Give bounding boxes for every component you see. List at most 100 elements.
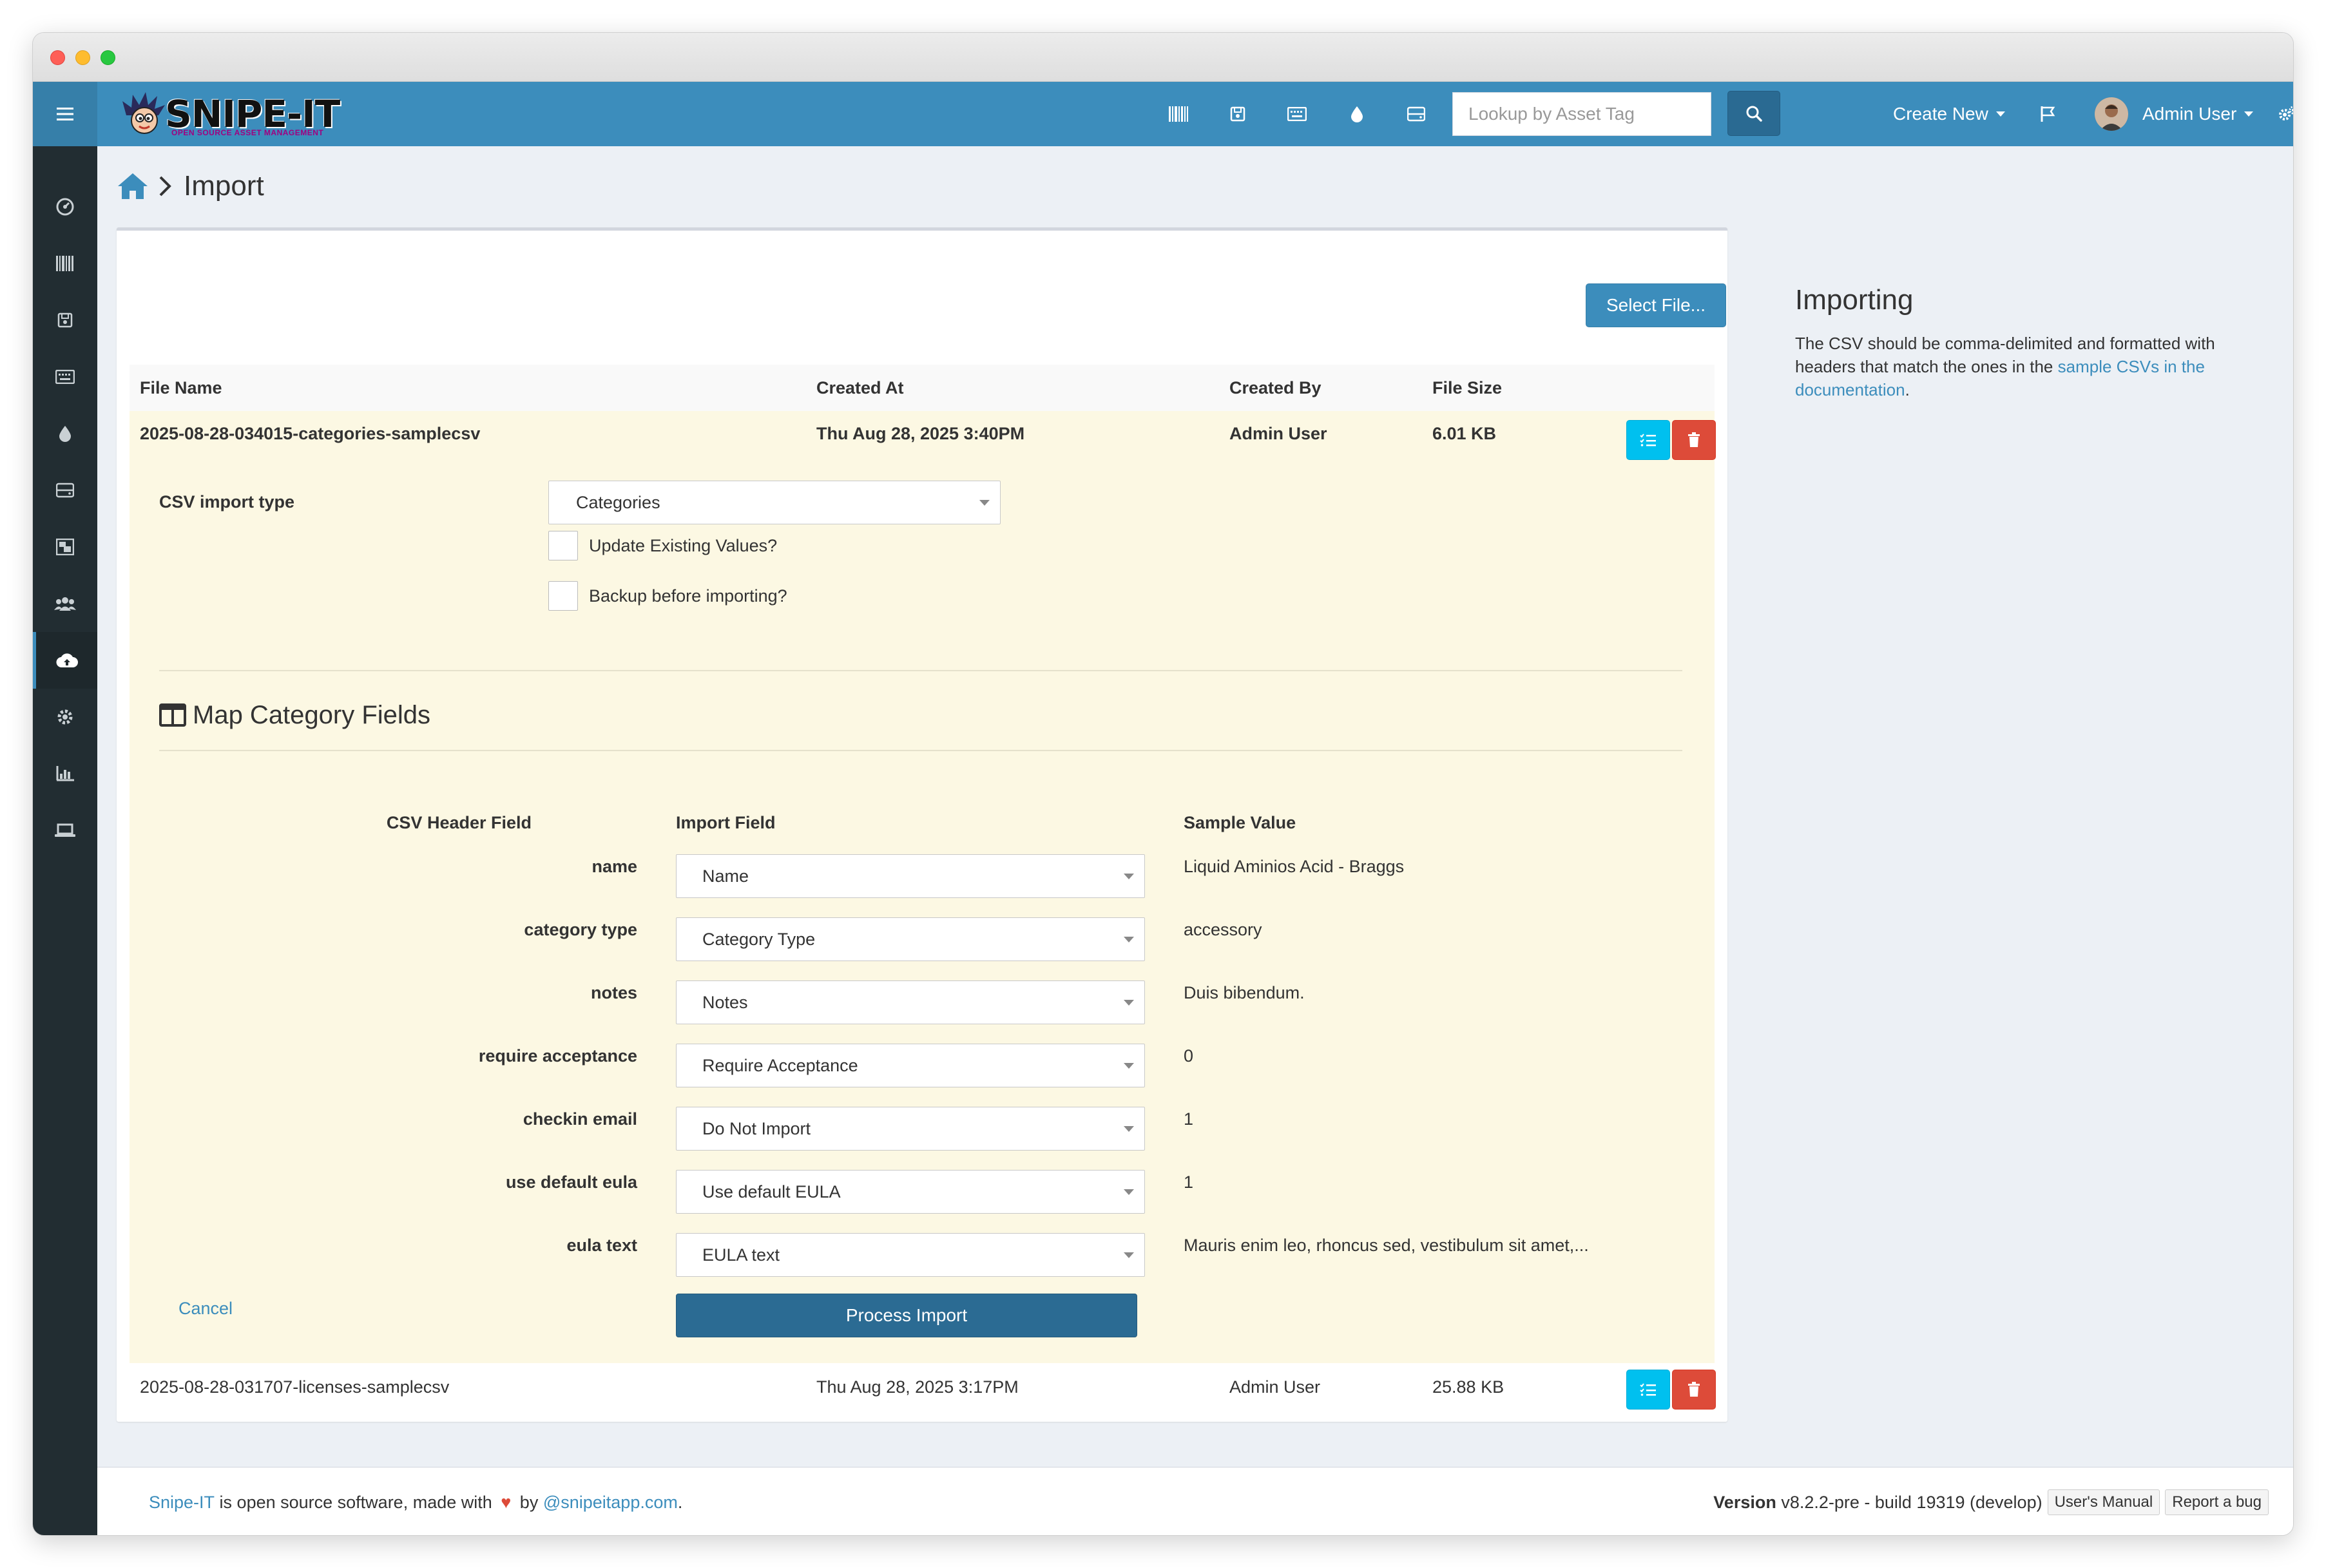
file-created-at: Thu Aug 28, 2025 3:40PM [816, 424, 1025, 443]
search-button[interactable] [1727, 91, 1780, 136]
browser-window: SNIPE-IT OPEN SOURCE ASSET MANAGEMENT Lo… [32, 32, 2294, 1536]
table-row-active: 2025-08-28-034015-categories-samplecsv T… [130, 411, 1716, 1363]
minimize-window-button[interactable] [75, 50, 90, 65]
process-file-button[interactable] [1626, 1370, 1670, 1410]
maximize-window-button[interactable] [101, 50, 115, 65]
sidebar-item-licenses[interactable] [33, 292, 97, 349]
import-panel: Select File... File Name Created At Crea… [117, 227, 1727, 1422]
csv-field-label: category type [524, 920, 637, 939]
close-window-button[interactable] [50, 50, 65, 65]
import-field-select[interactable]: EULA text [676, 1233, 1145, 1277]
breadcrumb: Import [117, 167, 264, 206]
footer-period: . [677, 1492, 683, 1512]
save-icon [1230, 106, 1245, 122]
importing-help-text: The CSV should be comma-delimited and fo… [1795, 332, 2272, 401]
sample-value: Duis bibendum. [1184, 983, 1305, 1002]
notifications-button[interactable] [2025, 82, 2070, 146]
sidebar-toggle-button[interactable] [33, 82, 97, 146]
nav-accessories-button[interactable] [1274, 82, 1320, 146]
cogs-icon [2279, 106, 2293, 120]
sidebar-item-predefined-kits[interactable] [33, 519, 97, 575]
tint-icon [1351, 106, 1363, 122]
page-title: Import [184, 170, 264, 202]
file-created-by: Admin User [1229, 1377, 1321, 1397]
version-label: Version [1713, 1492, 1776, 1512]
sidebar-item-consumables[interactable] [33, 405, 97, 462]
home-icon[interactable] [117, 172, 149, 200]
nav-components-button[interactable] [1394, 82, 1439, 146]
admin-settings-button[interactable] [2272, 82, 2293, 146]
sidebar-item-reports[interactable] [33, 745, 97, 802]
sidebar-item-requestable[interactable] [33, 802, 97, 859]
sidebar-item-dashboard[interactable] [33, 178, 97, 235]
sidebar-item-accessories[interactable] [33, 349, 97, 405]
report-bug-button[interactable]: Report a bug [2165, 1489, 2269, 1515]
sidebar-item-settings[interactable] [33, 689, 97, 745]
column-header-file-size[interactable]: File Size [1432, 365, 1502, 411]
snipe-it-link[interactable]: Snipe-IT [149, 1493, 215, 1513]
delete-file-button[interactable] [1672, 420, 1716, 460]
sidebar-item-people[interactable] [33, 575, 97, 632]
keyboard-icon [55, 370, 75, 384]
hdd-icon [56, 483, 74, 498]
import-field-select[interactable]: Notes [676, 980, 1145, 1024]
footer-text-by: by [515, 1492, 543, 1512]
backup-before-import-label: Backup before importing? [589, 586, 787, 606]
column-header-created-at[interactable]: Created At [816, 365, 904, 411]
sidebar-item-assets[interactable] [33, 235, 97, 292]
update-existing-label: Update Existing Values? [589, 536, 778, 555]
hamburger-icon [57, 108, 73, 120]
update-existing-checkbox[interactable] [548, 531, 578, 560]
csv-field-label: eula text [566, 1236, 637, 1255]
top-navbar: SNIPE-IT OPEN SOURCE ASSET MANAGEMENT Lo… [33, 82, 2293, 146]
create-new-label: Create New [1893, 104, 1988, 124]
search-icon [1746, 106, 1762, 122]
logo-text: SNIPE-IT [165, 92, 340, 136]
save-icon [57, 312, 73, 328]
import-field-heading: Import Field [676, 813, 776, 832]
delete-file-button[interactable] [1672, 1370, 1716, 1410]
column-header-file-name[interactable]: File Name [140, 365, 222, 411]
files-table-header: File Name Created At Created By File Siz… [130, 365, 1715, 411]
import-field-select[interactable]: Use default EULA [676, 1170, 1145, 1214]
backup-before-import-checkbox[interactable] [548, 581, 578, 611]
import-field-select[interactable]: Category Type [676, 917, 1145, 961]
select-file-button[interactable]: Select File... [1586, 283, 1726, 327]
csv-import-type-select[interactable]: Categories [548, 481, 1001, 524]
sample-value: Liquid Aminios Acid - Braggs [1184, 857, 1405, 876]
process-import-button[interactable]: Process Import [676, 1294, 1137, 1337]
dashboard-icon [56, 198, 74, 216]
app-logo[interactable]: SNIPE-IT OPEN SOURCE ASSET MANAGEMENT [120, 87, 340, 141]
logo-mascot-icon [120, 90, 169, 139]
sample-value-heading: Sample Value [1184, 813, 1296, 832]
sample-value: 1 [1184, 1172, 1194, 1192]
process-file-button[interactable] [1626, 420, 1670, 460]
create-new-dropdown[interactable]: Create New [1893, 82, 2005, 146]
sidebar-item-components[interactable] [33, 462, 97, 519]
sample-value: Mauris enim leo, rhoncus sed, vestibulum… [1184, 1236, 1589, 1255]
asset-tag-search-input[interactable]: Lookup by Asset Tag [1452, 92, 1711, 136]
sidebar-item-import[interactable] [33, 632, 97, 689]
footer-credits: Snipe-IT is open source software, made w… [149, 1468, 683, 1535]
file-size: 6.01 KB [1432, 424, 1497, 443]
import-field-select[interactable]: Require Acceptance [676, 1044, 1145, 1087]
nav-consumables-button[interactable] [1334, 82, 1379, 146]
import-field-select[interactable]: Do Not Import [676, 1107, 1145, 1151]
map-fields-title: Map Category Fields [193, 700, 431, 729]
user-menu-dropdown[interactable]: Admin User [2095, 82, 2254, 146]
sidebar [33, 146, 97, 1535]
trash-icon [1688, 432, 1700, 447]
chevron-right-icon [159, 176, 171, 196]
file-size: 25.88 KB [1432, 1377, 1504, 1397]
nav-licenses-button[interactable] [1215, 82, 1260, 146]
cancel-link[interactable]: Cancel [178, 1299, 233, 1319]
users-manual-button[interactable]: User's Manual [2047, 1489, 2160, 1515]
users-icon [54, 597, 76, 611]
cog-icon [57, 709, 73, 725]
sample-value: 0 [1184, 1046, 1194, 1066]
snipeitapp-link[interactable]: @snipeitapp.com [543, 1493, 678, 1513]
csv-field-label: require acceptance [478, 1046, 637, 1066]
column-header-created-by[interactable]: Created By [1229, 365, 1322, 411]
nav-assets-button[interactable] [1156, 82, 1201, 146]
import-field-select[interactable]: Name [676, 854, 1145, 898]
